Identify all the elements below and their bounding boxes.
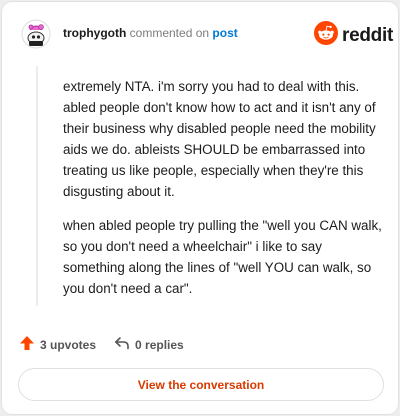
upvote-arrow-icon [19, 335, 35, 354]
thread-line [36, 66, 38, 306]
comment-header: trophygoth commented on post reddit [2, 2, 398, 66]
replies-button[interactable]: 0 replies [114, 335, 184, 354]
replies-count: 0 replies [135, 337, 184, 352]
comment-paragraph: extremely NTA. i'm sorry you had to deal… [63, 79, 376, 199]
upvote-button[interactable]: 3 upvotes [19, 335, 96, 354]
post-link[interactable]: post [212, 26, 237, 40]
action-text: commented on [129, 26, 210, 40]
view-conversation-button[interactable]: View the conversation [18, 368, 384, 401]
byline: trophygoth commented on post [63, 26, 238, 40]
comment-card: trophygoth commented on post reddit extr… [1, 1, 399, 415]
comment-actions: 3 upvotes 0 replies [19, 335, 184, 354]
view-conversation-label: View the conversation [137, 377, 265, 392]
upvote-count: 3 upvotes [40, 337, 97, 352]
comment-paragraph: when abled people try pulling the "well … [63, 218, 382, 296]
reddit-brand[interactable]: reddit [314, 21, 393, 50]
author-username[interactable]: trophygoth [63, 26, 126, 40]
reply-arrow-icon [114, 335, 130, 354]
reddit-wordmark: reddit [342, 24, 393, 46]
avatar-icon[interactable] [21, 19, 51, 49]
reddit-logo-icon [314, 21, 338, 50]
comment-body: extremely NTA. i'm sorry you had to deal… [63, 76, 383, 312]
